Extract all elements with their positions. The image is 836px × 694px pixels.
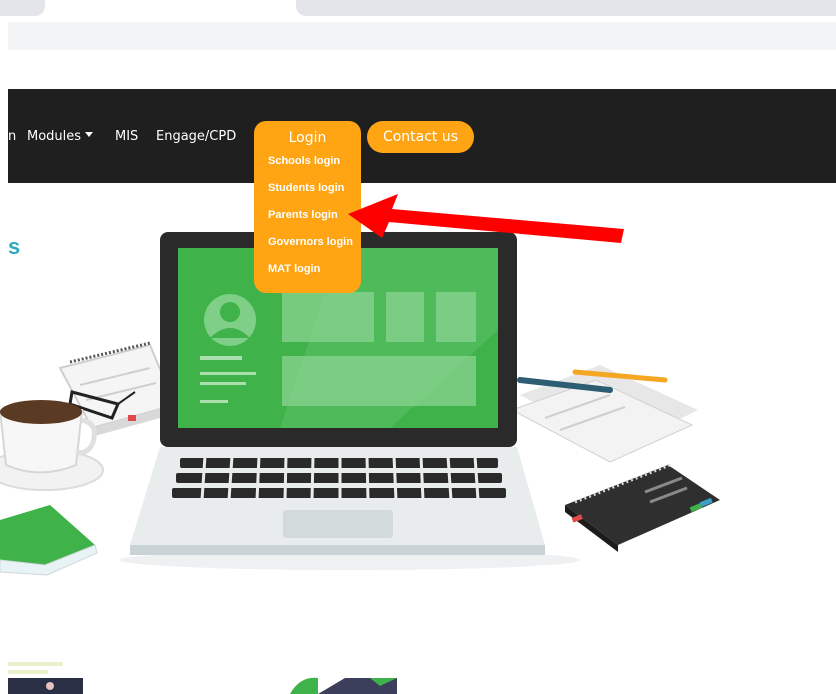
tab-strip-left: [0, 0, 45, 16]
spiral-notebook-icon: [565, 463, 720, 552]
caret-down-icon: [85, 132, 94, 137]
laptop-desk-illustration: [0, 232, 720, 576]
red-arrow-icon: [348, 194, 624, 243]
nav-item-engage-cpd[interactable]: Engage/CPD: [156, 129, 236, 144]
contact-us-button[interactable]: Contact us: [367, 121, 474, 153]
nav-item-modules-label: Modules: [27, 129, 82, 144]
browser-top-bar: [0, 0, 836, 18]
book-icon: [0, 505, 98, 576]
tab-strip-right: [296, 0, 836, 16]
menu-item-schools-login[interactable]: Schools login: [268, 155, 340, 167]
menu-item-mat-login[interactable]: MAT login: [268, 263, 320, 275]
menu-item-parents-login[interactable]: Parents login: [268, 209, 338, 221]
nav-item-partial[interactable]: n: [8, 129, 16, 144]
nav-item-mis[interactable]: MIS: [115, 129, 138, 144]
address-strip: [8, 22, 836, 50]
nav-item-modules[interactable]: Modules: [27, 129, 94, 144]
bottom-illustrations: [8, 662, 397, 694]
login-menu-title[interactable]: Login: [254, 130, 361, 146]
